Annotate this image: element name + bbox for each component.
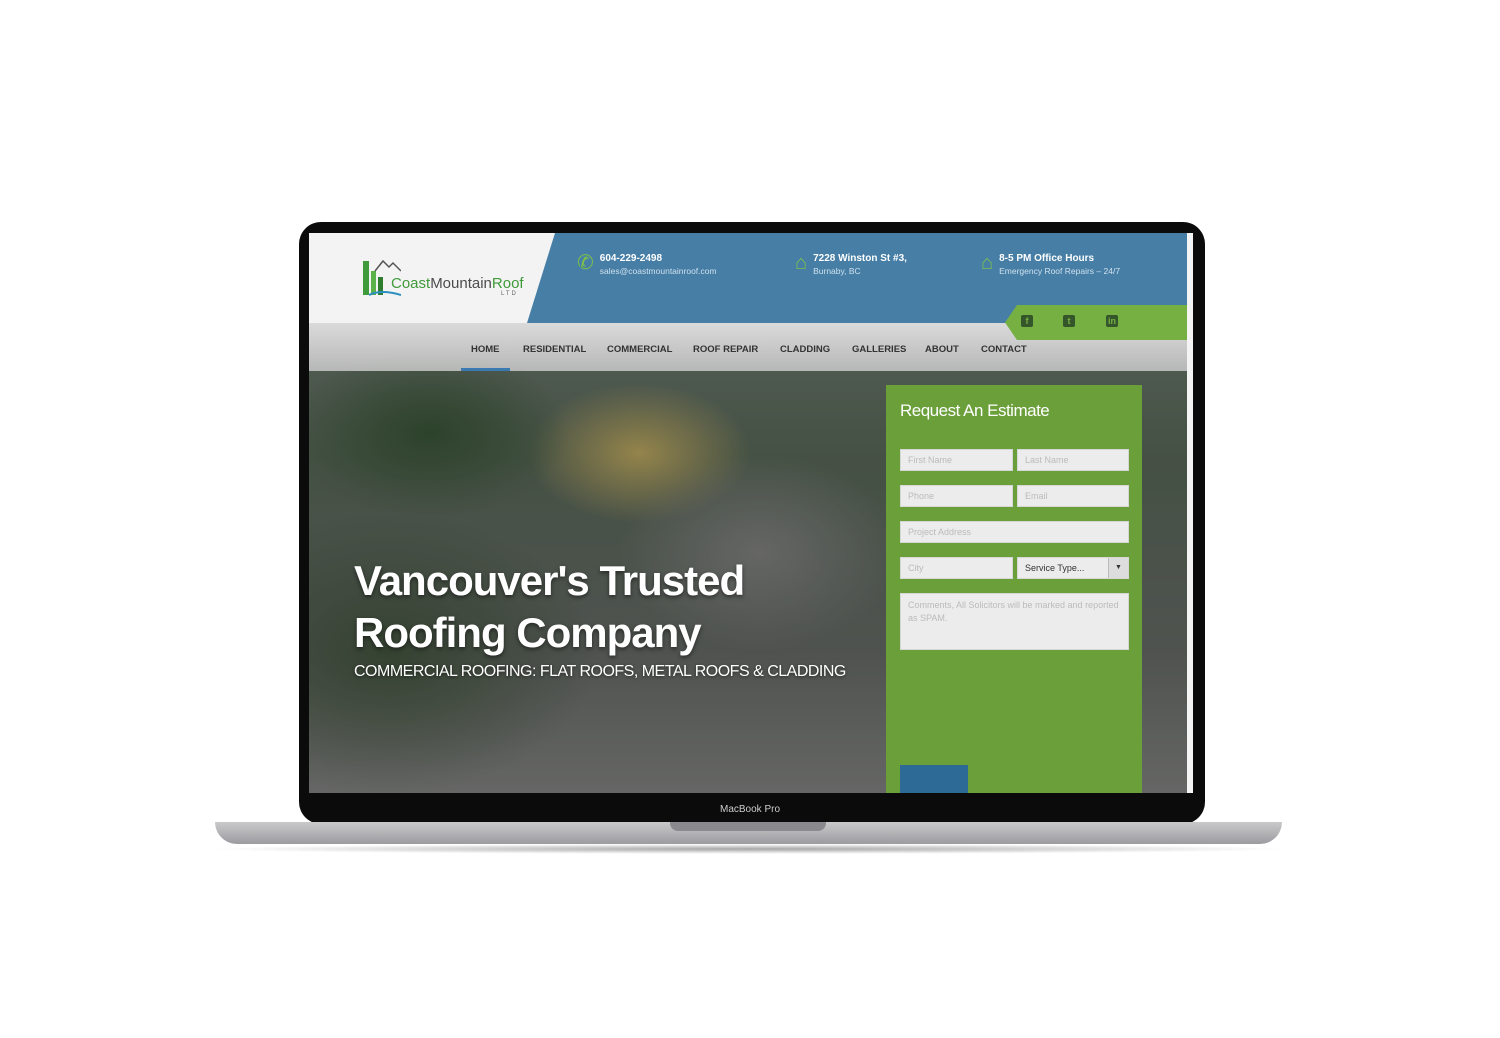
logo[interactable]: CoastMountainRoof LTD (361, 257, 531, 301)
house-icon: ⌂ (981, 252, 994, 274)
social-bar: f t in (1005, 305, 1187, 340)
active-nav-indicator (461, 368, 510, 371)
service-type-select[interactable]: Service Type... ▼ (1017, 557, 1129, 579)
contact-phone[interactable]: ✆ 604-229-2498 sales@coastmountainroof.co… (577, 253, 717, 276)
house-icon: ⌂ (795, 252, 808, 274)
phone-icon: ✆ (577, 252, 594, 274)
laptop-notch (670, 822, 826, 831)
estimate-form: Request An Estimate First Name Last Name… (886, 385, 1142, 793)
last-name-input[interactable]: Last Name (1017, 449, 1129, 471)
first-name-input[interactable]: First Name (900, 449, 1013, 471)
hero-title: Vancouver's Trusted Roofing Company (354, 557, 745, 656)
project-address-input[interactable]: Project Address (900, 521, 1129, 543)
comments-textarea[interactable]: Comments, All Solicitors will be marked … (900, 593, 1129, 650)
phone-input[interactable]: Phone (900, 485, 1013, 507)
submit-button[interactable] (900, 765, 968, 793)
nav-residential[interactable]: RESIDENTIAL (523, 344, 586, 355)
nav-commercial[interactable]: COMMERCIAL (607, 344, 672, 355)
linkedin-icon[interactable]: in (1106, 315, 1118, 327)
contact-hours: ⌂ 8-5 PM Office Hours Emergency Roof Repa… (981, 252, 1121, 276)
contact-address: ⌂ 7228 Winston St #3, Burnaby, BC (795, 252, 907, 276)
email-input[interactable]: Email (1017, 485, 1129, 507)
dropdown-arrow-icon: ▼ (1108, 558, 1128, 578)
form-title: Request An Estimate (900, 401, 1050, 420)
device-label: MacBook Pro (719, 804, 781, 815)
nav-galleries[interactable]: GALLERIES (852, 344, 906, 355)
screen: CoastMountainRoof LTD ✆ 604-229-2498 sale… (309, 233, 1193, 793)
twitter-icon[interactable]: t (1063, 315, 1075, 327)
nav-roof-repair[interactable]: ROOF REPAIR (693, 344, 758, 355)
facebook-icon[interactable]: f (1021, 315, 1033, 327)
nav-home[interactable]: HOME (471, 344, 500, 355)
nav-about[interactable]: ABOUT (925, 344, 959, 355)
city-input[interactable]: City (900, 557, 1013, 579)
nav-cladding[interactable]: CLADDING (780, 344, 830, 355)
hero-subtitle: COMMERCIAL ROOFING: FLAT ROOFS, METAL RO… (354, 663, 846, 680)
nav-contact[interactable]: CONTACT (981, 344, 1027, 355)
